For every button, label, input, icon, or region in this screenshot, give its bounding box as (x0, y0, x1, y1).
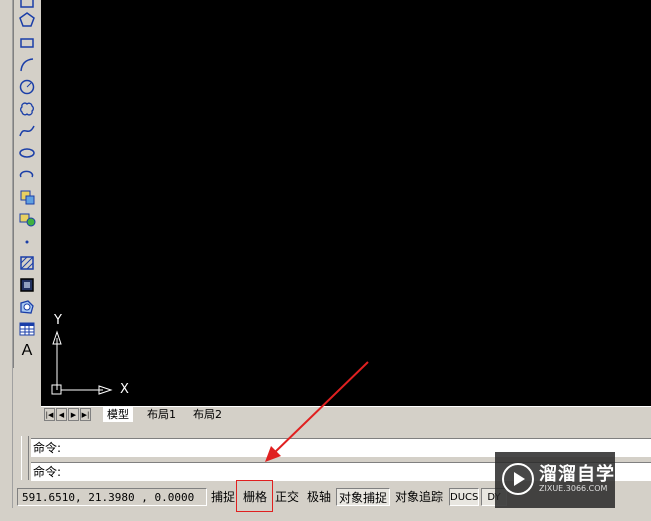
first-icon: |◀ (45, 410, 54, 419)
prev-tab-button[interactable]: ◀ (56, 408, 67, 421)
watermark: 溜溜自学 ZIXUE.3066.COM (495, 452, 615, 508)
window-left-edge (0, 0, 13, 521)
prev-icon: ◀ (58, 410, 65, 419)
ellipse-tool[interactable] (16, 143, 38, 163)
rectangle-icon (20, 38, 34, 48)
multiline-text-tool[interactable]: A (16, 341, 38, 361)
next-icon: ▶ (70, 410, 77, 419)
play-logo-icon (502, 463, 534, 495)
command-window-grip[interactable] (21, 436, 29, 480)
watermark-brand: 溜溜自学 (539, 464, 615, 485)
point-icon (25, 240, 29, 244)
tab-layout1[interactable]: 布局1 (143, 407, 180, 422)
window-bottom-edge (0, 508, 651, 521)
revision-cloud-icon (20, 102, 34, 116)
point-tool[interactable] (16, 231, 38, 251)
last-tab-button[interactable]: ▶| (80, 408, 91, 421)
region-tool[interactable] (16, 297, 38, 317)
ellipse-arc-icon (19, 170, 34, 178)
arc-tool[interactable] (16, 55, 38, 75)
ellipse-icon (19, 148, 35, 158)
ortho-toggle[interactable]: 正交 (273, 488, 301, 506)
grid-highlight-box (236, 480, 273, 512)
insert-block-tool[interactable] (16, 187, 38, 207)
polar-toggle[interactable]: 极轴 (304, 488, 334, 506)
polygon-icon (19, 12, 35, 27)
snap-toggle[interactable]: 捕捉 (209, 488, 237, 506)
insert-block-icon (20, 190, 35, 205)
ducs-toggle[interactable]: DUCS (449, 488, 479, 506)
tab-model[interactable]: 模型 (103, 407, 133, 422)
hatch-tool[interactable] (16, 253, 38, 273)
polygon-tool[interactable] (16, 10, 38, 30)
last-icon: ▶| (81, 410, 90, 419)
hatch-icon (20, 256, 34, 270)
multiline-text-icon: A (21, 342, 33, 359)
arc-icon (20, 58, 34, 72)
ucs-y-label: Y (54, 313, 62, 328)
spline-tool[interactable] (16, 121, 38, 141)
gradient-icon (20, 278, 34, 292)
coordinate-readout[interactable]: 591.6510, 21.3980 , 0.0000 (17, 488, 207, 506)
tab-layout2[interactable]: 布局2 (189, 407, 226, 422)
ellipse-arc-tool[interactable] (16, 165, 38, 185)
table-icon (19, 322, 35, 336)
make-block-tool[interactable] (16, 209, 38, 229)
circle-tool[interactable] (16, 77, 38, 97)
rectangle-tool[interactable] (16, 33, 38, 53)
first-tab-button[interactable]: |◀ (44, 408, 55, 421)
next-tab-button[interactable]: ▶ (68, 408, 79, 421)
make-block-icon (19, 213, 36, 227)
osnap-toggle[interactable]: 对象捕捉 (336, 488, 390, 506)
spline-icon (19, 125, 35, 137)
watermark-url: ZIXUE.3066.COM (539, 484, 608, 493)
gradient-tool[interactable] (16, 275, 38, 295)
table-tool[interactable] (16, 319, 38, 339)
ucs-x-label: X (120, 382, 129, 397)
draw-toolbar: A (13, 0, 42, 368)
circle-icon (19, 79, 35, 95)
revision-cloud-tool[interactable] (16, 99, 38, 119)
region-icon (20, 300, 34, 314)
layout-tabs-bar: |◀ ◀ ▶ ▶| 模型 布局1 布局2 (41, 406, 651, 423)
otrack-toggle[interactable]: 对象追踪 (392, 488, 446, 506)
